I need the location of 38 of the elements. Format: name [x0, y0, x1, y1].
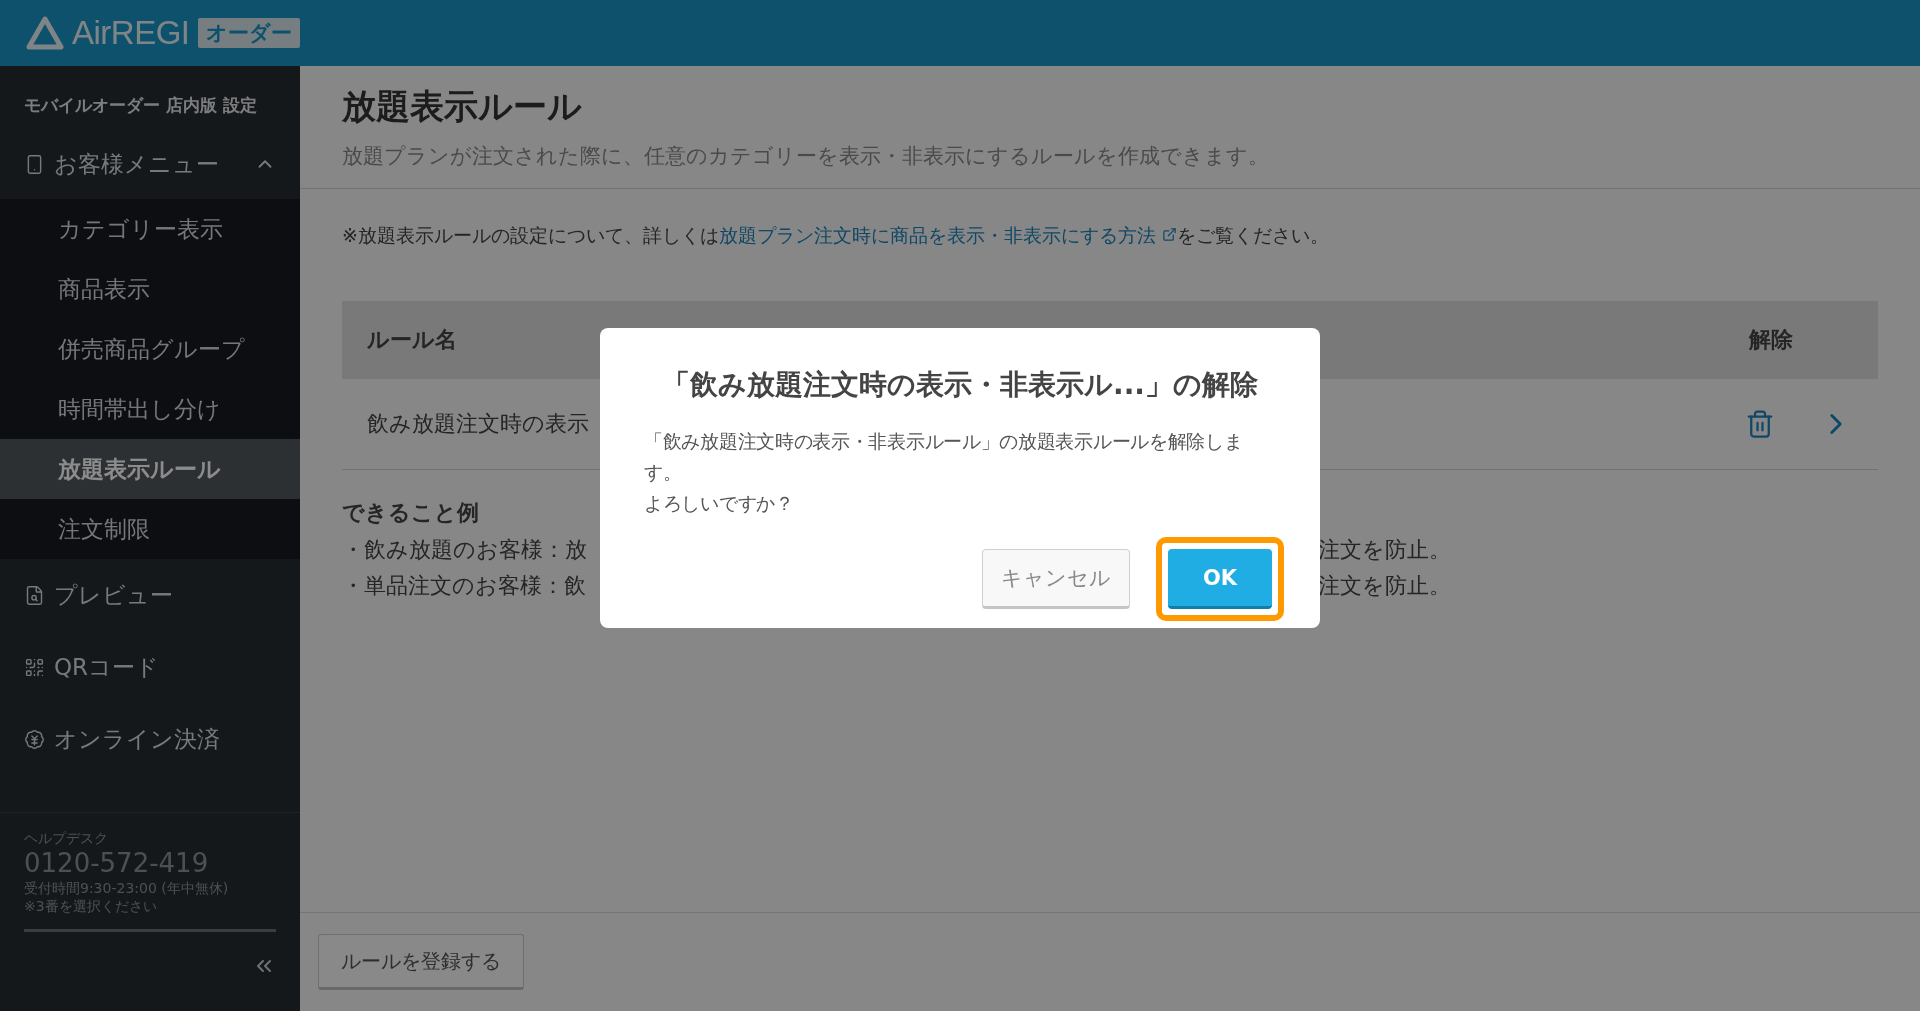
submenu-item[interactable]: 商品表示	[0, 259, 300, 319]
dialog-message: 「飲み放題注文時の表示・非表示ルール」の放題表示ルールを解除します。	[644, 430, 1244, 485]
logo-icon	[26, 16, 64, 50]
table-cell-text: 飲み放題注文時の表示	[367, 410, 589, 438]
cancel-button[interactable]: キャンセル	[982, 549, 1130, 609]
sidebar-heading: モバイルオーダー 店内版 設定	[23, 94, 258, 117]
example-text: 注文を防止。	[1318, 572, 1451, 600]
document-search-icon	[24, 584, 45, 606]
ok-button[interactable]: OK	[1168, 549, 1272, 609]
page-title: 放題表示ルール	[342, 85, 583, 128]
column-header: ルール名	[367, 326, 457, 354]
dialog-message: よろしいですか？	[644, 492, 795, 516]
example-text: ・飲み放題のお客様：放	[342, 536, 587, 564]
sidebar-item[interactable]: QRコード	[0, 631, 300, 703]
logo-text: AirREGI	[72, 14, 190, 52]
submenu-item[interactable]: 時間帯出し分け	[0, 379, 300, 439]
page-subtitle: 放題プランが注文された際に、任意のカテゴリーを表示・非表示にするルールを作成できます。	[342, 143, 1270, 170]
dialog-title: 「飲み放題注文時の表示・非表示ル...」の解除	[661, 367, 1259, 403]
external-link-icon	[1161, 227, 1177, 242]
submenu-item[interactable]: 注文制限	[0, 499, 300, 559]
help-note: ※放題表示ルールの設定について、詳しくは放題プラン注文時に商品を表示・非表示にする方法 をご覧ください。	[342, 223, 1330, 248]
sidebar-item[interactable]: プレビュー	[0, 559, 300, 631]
submenu-item[interactable]: 放題表示ルール	[0, 439, 300, 499]
example-text: 注文を防止。	[1318, 536, 1451, 564]
submenu-item[interactable]: 併売商品グループ	[0, 319, 300, 379]
sidebar-item[interactable]: お客様メニュー	[0, 129, 300, 199]
trash-icon[interactable]	[1745, 409, 1775, 439]
example-text: ・単品注文のお客様：飲	[342, 572, 586, 600]
qr-code-icon	[24, 656, 45, 678]
yen-badge-icon	[24, 728, 45, 750]
examples-title: できること例	[342, 499, 479, 527]
register-rule-button[interactable]: ルールを登録する	[318, 934, 524, 990]
sidebar-item[interactable]: オンライン決済	[0, 703, 300, 775]
help-link[interactable]: 放題プラン注文時に商品を表示・非表示にする方法	[718, 224, 1177, 246]
helpdesk-phone: 0120-572-419	[24, 847, 210, 879]
product-badge: オーダー	[197, 18, 300, 48]
submenu-item[interactable]: カテゴリー表示	[0, 199, 300, 259]
column-header: 解除	[1749, 326, 1793, 354]
